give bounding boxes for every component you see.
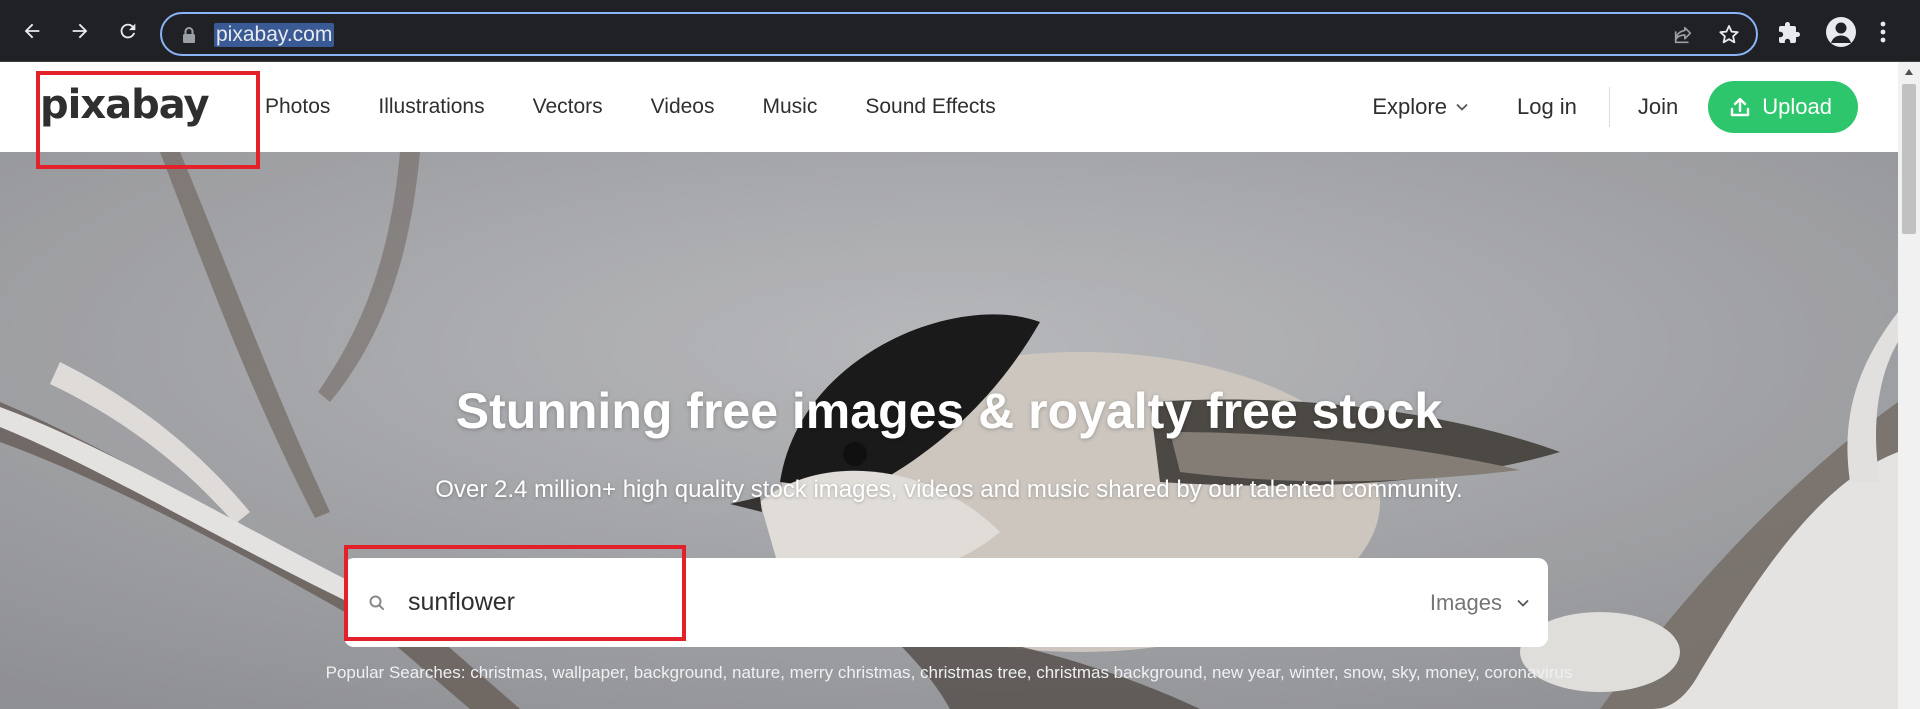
popular-search-link[interactable]: sky	[1392, 663, 1416, 682]
address-bar[interactable]: pixabay.com	[160, 12, 1758, 56]
popular-search-link[interactable]: nature	[732, 663, 780, 682]
star-icon[interactable]	[1717, 23, 1741, 52]
forward-arrow-icon[interactable]	[66, 17, 94, 45]
profile-icon[interactable]	[1826, 17, 1856, 47]
popular-search-link[interactable]: christmas background	[1036, 663, 1202, 682]
media-type-label: Images	[1429, 589, 1502, 615]
nav-music[interactable]: Music	[763, 95, 818, 119]
login-link[interactable]: Log in	[1517, 94, 1577, 120]
upload-button[interactable]: Upload	[1708, 81, 1858, 133]
media-type-select[interactable]: Images	[1430, 558, 1530, 647]
search-bar: Images	[344, 558, 1548, 647]
reload-icon[interactable]	[114, 17, 142, 45]
popular-search-link[interactable]: winter	[1289, 663, 1333, 682]
chevron-down-icon	[1456, 103, 1468, 111]
header-actions: Explore Log in Join Upload	[1372, 62, 1858, 152]
popular-search-link[interactable]: new year	[1212, 663, 1280, 682]
share-icon[interactable]	[1672, 24, 1694, 51]
pixabay-logo[interactable]: pixabay	[40, 82, 210, 128]
browser-toolbar: pixabay.com	[0, 0, 1920, 62]
menu-icon[interactable]	[1879, 20, 1887, 49]
nav-sound-effects[interactable]: Sound Effects	[865, 95, 995, 119]
nav-illustrations[interactable]: Illustrations	[378, 95, 484, 119]
scrollbar-thumb[interactable]	[1902, 84, 1916, 234]
popular-search-link[interactable]: christmas tree	[920, 663, 1027, 682]
explore-dropdown[interactable]: Explore	[1372, 94, 1469, 120]
nav-photos[interactable]: Photos	[265, 95, 330, 119]
popular-search-link[interactable]: coronavirus	[1484, 663, 1572, 682]
join-link[interactable]: Join	[1638, 94, 1678, 120]
search-icon[interactable]	[368, 594, 386, 617]
upload-label: Upload	[1762, 94, 1832, 119]
hero-subtitle: Over 2.4 million+ high quality stock ima…	[435, 476, 1463, 503]
upload-icon	[1731, 97, 1750, 117]
main-nav: Photos Illustrations Vectors Videos Musi…	[265, 62, 1044, 152]
nav-vectors[interactable]: Vectors	[533, 95, 603, 119]
extensions-icon[interactable]	[1777, 21, 1801, 50]
back-arrow-icon[interactable]	[18, 17, 46, 45]
hero-section: Stunning free images & royalty free stoc…	[0, 152, 1898, 709]
popular-searches-label: Popular Searches:	[325, 663, 466, 682]
popular-search-link[interactable]: snow	[1343, 663, 1382, 682]
popular-search-link[interactable]: christmas	[470, 663, 543, 682]
hero-title: Stunning free images & royalty free stoc…	[455, 383, 1443, 439]
chevron-down-icon	[1517, 599, 1529, 607]
url-text[interactable]: pixabay.com	[214, 23, 335, 47]
scroll-up-arrow-icon[interactable]	[1904, 68, 1914, 76]
header-divider	[1608, 87, 1610, 127]
popular-search-link[interactable]: background	[634, 663, 723, 682]
popular-search-link[interactable]: merry christmas	[790, 663, 911, 682]
lock-icon	[182, 26, 196, 49]
popular-search-link[interactable]: wallpaper	[552, 663, 624, 682]
search-input[interactable]	[408, 584, 1208, 620]
site-header: pixabay Photos Illustrations Vectors Vid…	[0, 62, 1898, 152]
page-scrollbar[interactable]	[1898, 62, 1920, 709]
popular-searches: Popular Searches: christmas, wallpaper, …	[325, 663, 1573, 682]
explore-label: Explore	[1372, 94, 1447, 119]
popular-search-link[interactable]: money	[1425, 663, 1475, 682]
nav-videos[interactable]: Videos	[651, 95, 715, 119]
